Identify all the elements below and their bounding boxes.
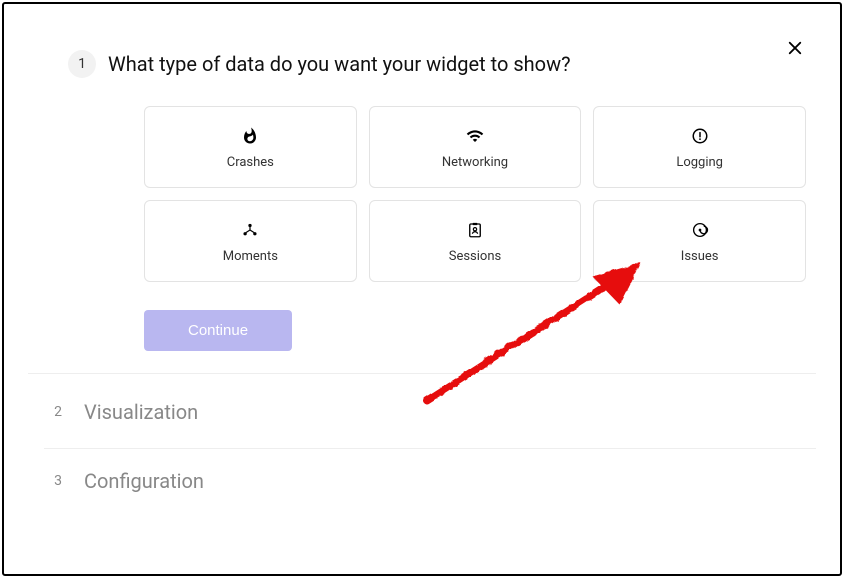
option-label: Networking — [442, 155, 508, 170]
data-type-options: Crashes Networking Logging — [144, 106, 806, 282]
option-logging[interactable]: Logging — [593, 106, 806, 188]
continue-button[interactable]: Continue — [144, 310, 292, 351]
step-3-header: 3 Configuration — [44, 449, 816, 513]
option-moments[interactable]: Moments — [144, 200, 357, 282]
option-label: Sessions — [449, 249, 502, 264]
close-button[interactable] — [782, 36, 808, 62]
widget-setup-modal: 1 What type of data do you want your wid… — [2, 2, 842, 576]
option-label: Issues — [681, 249, 719, 264]
alert-circle-icon — [691, 125, 709, 147]
step-1-title: What type of data do you want your widge… — [108, 50, 571, 78]
option-label: Logging — [676, 155, 723, 170]
step-number-1: 1 — [68, 50, 96, 78]
option-issues[interactable]: Issues — [593, 200, 806, 282]
option-label: Moments — [223, 249, 278, 264]
flame-icon — [241, 125, 259, 147]
radar-icon — [691, 219, 709, 241]
step-3-title: Configuration — [84, 467, 204, 495]
step-2-header: 2 Visualization — [44, 380, 816, 444]
hub-icon — [241, 219, 259, 241]
close-icon — [786, 39, 804, 60]
badge-icon — [466, 219, 484, 241]
step-1-content: Crashes Networking Logging — [144, 106, 806, 351]
divider — [28, 373, 816, 374]
step-1-header: 1 What type of data do you want your wid… — [68, 32, 816, 96]
option-sessions[interactable]: Sessions — [369, 200, 582, 282]
step-number-3: 3 — [44, 467, 72, 495]
wifi-icon — [466, 125, 484, 147]
step-number-2: 2 — [44, 398, 72, 426]
option-networking[interactable]: Networking — [369, 106, 582, 188]
option-label: Crashes — [227, 155, 274, 170]
option-crashes[interactable]: Crashes — [144, 106, 357, 188]
step-2-title: Visualization — [84, 398, 198, 426]
